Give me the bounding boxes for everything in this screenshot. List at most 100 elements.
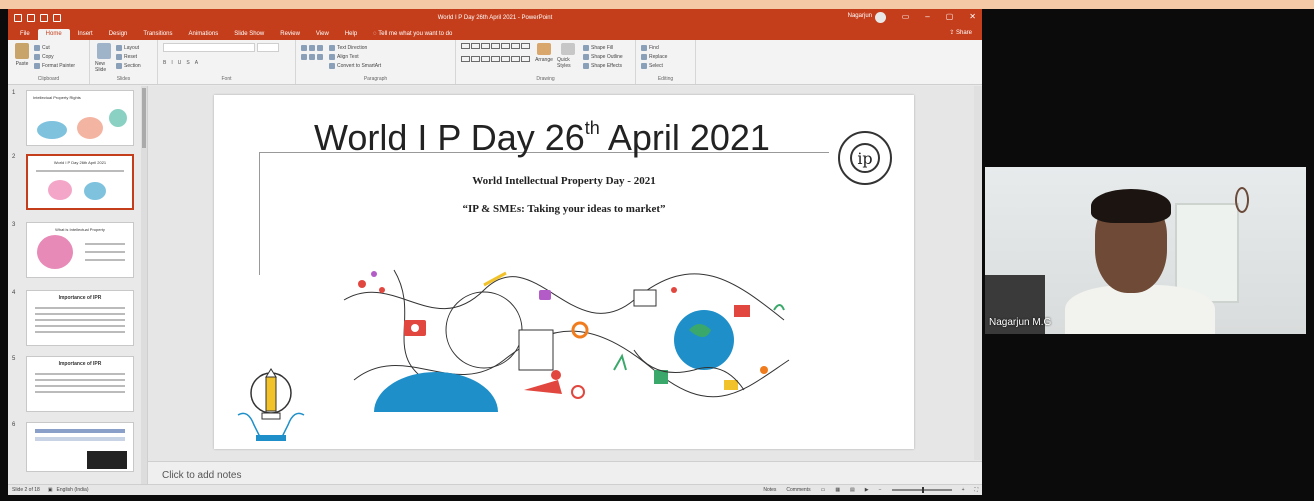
scrollbar-thumb[interactable]: [142, 88, 146, 148]
tab-help[interactable]: Help: [337, 31, 365, 40]
align-text-icon: [329, 53, 335, 60]
paste-button[interactable]: Paste: [13, 43, 31, 70]
align-center-icon[interactable]: [309, 53, 315, 60]
close-icon[interactable]: ✕: [969, 12, 976, 21]
tab-design[interactable]: Design: [101, 31, 136, 40]
font-size-select[interactable]: [257, 43, 279, 52]
underline-icon[interactable]: U: [178, 60, 182, 66]
cut-button[interactable]: Cut: [34, 43, 75, 52]
share-icon: ⇪: [949, 30, 956, 36]
numbering-icon[interactable]: [309, 44, 315, 51]
quick-styles-label: Quick Styles: [557, 57, 571, 69]
spellcheck-icon[interactable]: ▣: [48, 487, 53, 493]
layout-label: Layout: [124, 44, 140, 51]
zoom-slider[interactable]: [891, 487, 952, 493]
bullets-icon[interactable]: [301, 44, 307, 51]
slide-thumbnail[interactable]: What is Intellectual Property: [26, 222, 134, 278]
group-font: BIUSA Font: [158, 40, 296, 84]
normal-view-icon[interactable]: ▭: [821, 487, 826, 493]
tab-slide-show[interactable]: Slide Show: [226, 31, 272, 40]
share-button[interactable]: ⇪ Share: [949, 29, 972, 36]
thumbnail-text-line: [85, 251, 125, 253]
shape-outline-button[interactable]: Shape Outline: [583, 52, 623, 61]
tab-animations[interactable]: Animations: [181, 31, 227, 40]
notes-toggle[interactable]: Notes: [763, 487, 776, 493]
copy-button[interactable]: Copy: [34, 52, 75, 61]
clipboard-group-label: Clipboard: [37, 76, 60, 82]
shape-fill-button[interactable]: Shape Fill: [583, 43, 623, 52]
user-name[interactable]: Nagarjun: [848, 13, 872, 19]
group-clipboard: Paste Cut Copy Format Painter Clipboard: [8, 40, 90, 84]
align-left-icon[interactable]: [301, 53, 307, 60]
font-color-icon[interactable]: A: [195, 60, 198, 66]
layout-button[interactable]: Layout: [116, 43, 141, 52]
slide-thumbnail[interactable]: [26, 422, 134, 472]
group-paragraph: Text Direction Align Text Convert to Sma…: [296, 40, 456, 84]
reading-view-icon[interactable]: ▤: [850, 487, 855, 493]
cut-label: Cut: [42, 44, 50, 51]
text-direction-button[interactable]: Text Direction: [329, 43, 381, 52]
slide-theme-quote[interactable]: “IP & SMEs: Taking your ideas to market”: [214, 203, 914, 215]
italic-icon[interactable]: I: [171, 60, 172, 66]
replace-button[interactable]: Replace: [641, 52, 690, 61]
section-label: Section: [124, 62, 141, 69]
slide-canvas[interactable]: World I P Day 26th April 2021 ip World I…: [214, 95, 914, 449]
find-label: Find: [649, 44, 659, 51]
zoom-out-icon[interactable]: −: [879, 487, 882, 493]
new-slide-button[interactable]: New Slide: [95, 43, 113, 73]
section-icon: [116, 62, 122, 69]
tab-transitions[interactable]: Transitions: [135, 31, 180, 40]
participant-video-tile[interactable]: Nagarjun M.G: [985, 167, 1306, 334]
minimize-icon[interactable]: –: [925, 12, 929, 21]
align-row: [301, 52, 323, 61]
slide-thumbnail-selected[interactable]: World I P Day 26th April 2021: [26, 154, 134, 210]
thumbnail-scrollbar[interactable]: [141, 86, 147, 484]
slide-sorter-icon[interactable]: ▦: [835, 487, 840, 493]
powerpoint-window: World I P Day 26th April 2021 - PowerPoi…: [8, 9, 982, 495]
avatar[interactable]: [875, 12, 886, 23]
strikethrough-icon[interactable]: S: [186, 60, 189, 66]
shapes-gallery[interactable]: [461, 43, 531, 67]
ribbon-display-icon[interactable]: ▭: [902, 12, 910, 21]
convert-smartart-button[interactable]: Convert to SmartArt: [329, 61, 381, 70]
notes-pane[interactable]: Click to add notes: [148, 461, 982, 484]
bullets-row: [301, 43, 323, 52]
slide-scrollbar[interactable]: [974, 86, 982, 460]
tab-review[interactable]: Review: [272, 31, 308, 40]
align-right-icon[interactable]: [317, 53, 323, 60]
fit-to-window-icon[interactable]: ⛶: [974, 487, 978, 493]
tab-view[interactable]: View: [308, 31, 337, 40]
maximize-icon[interactable]: ▢: [946, 12, 954, 21]
slide-thumbnail[interactable]: Importance of IPR: [26, 356, 134, 412]
arrange-button[interactable]: Arrange: [535, 43, 553, 70]
comments-toggle[interactable]: Comments: [786, 487, 810, 493]
participant-name-label: Nagarjun M.G: [989, 317, 1052, 328]
font-family-select[interactable]: [163, 43, 255, 52]
indent-icon[interactable]: [317, 44, 323, 51]
reset-button[interactable]: Reset: [116, 52, 141, 61]
tell-me-search[interactable]: ◌ Tell me what you want to do: [365, 31, 460, 40]
tab-home[interactable]: Home: [37, 29, 70, 40]
thumbnail-text-line: [36, 170, 124, 172]
lightbulb-pencil-icon: [237, 368, 305, 441]
find-button[interactable]: Find: [641, 43, 690, 52]
align-text-label: Align Text: [337, 53, 359, 60]
section-button[interactable]: Section: [116, 61, 141, 70]
bold-icon[interactable]: B: [163, 60, 166, 66]
align-text-button[interactable]: Align Text: [329, 52, 381, 61]
tell-me-label: Tell me what you want to do: [378, 31, 453, 37]
language-indicator[interactable]: English (India): [57, 487, 89, 493]
format-painter-button[interactable]: Format Painter: [34, 61, 75, 70]
slide-subtitle[interactable]: World Intellectual Property Day - 2021: [214, 175, 914, 187]
zoom-in-icon[interactable]: +: [962, 487, 965, 493]
slide-title[interactable]: World I P Day 26th April 2021: [314, 117, 770, 159]
slideshow-icon[interactable]: ▶: [865, 487, 869, 493]
shape-effects-button[interactable]: Shape Effects: [583, 61, 623, 70]
tab-insert[interactable]: Insert: [70, 31, 101, 40]
slide-thumbnail[interactable]: Importance of IPR: [26, 290, 134, 346]
tab-file[interactable]: File: [12, 31, 38, 40]
select-button[interactable]: Select: [641, 61, 690, 70]
replace-icon: [641, 53, 647, 60]
slide-thumbnail[interactable]: Intellectual Property Rights: [26, 90, 134, 146]
quick-styles-button[interactable]: Quick Styles: [557, 43, 579, 70]
